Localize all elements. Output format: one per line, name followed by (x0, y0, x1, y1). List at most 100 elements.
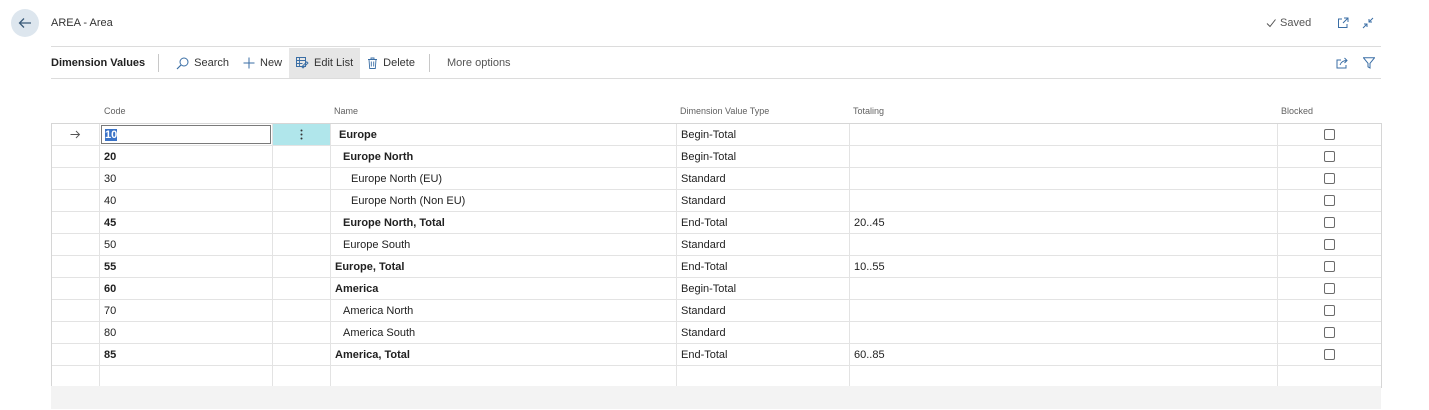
name-cell[interactable]: America, Total (331, 344, 677, 365)
filter-icon[interactable] (1363, 57, 1375, 69)
blocked-checkbox[interactable] (1324, 349, 1335, 360)
back-button[interactable] (11, 9, 39, 37)
column-header-totaling[interactable]: Totaling (853, 106, 884, 116)
type-cell[interactable]: Begin-Total (677, 278, 850, 299)
blocked-checkbox[interactable] (1324, 305, 1335, 316)
totaling-cell[interactable] (850, 366, 1278, 387)
code-cell[interactable]: 45 (100, 212, 273, 233)
row-actions-cell[interactable] (273, 212, 331, 233)
totaling-cell[interactable] (850, 146, 1278, 167)
totaling-cell[interactable] (850, 322, 1278, 343)
column-header-blocked[interactable]: Blocked (1281, 106, 1313, 116)
code-cell[interactable]: 55 (100, 256, 273, 277)
new-button[interactable]: New (236, 48, 289, 78)
name-cell[interactable]: America South (331, 322, 677, 343)
row-actions-cell[interactable] (273, 234, 331, 255)
name-cell[interactable]: Europe North (EU) (331, 168, 677, 189)
type-cell[interactable]: Standard (677, 300, 850, 321)
code-cell[interactable]: 10 (100, 124, 273, 145)
totaling-cell[interactable] (850, 124, 1278, 145)
code-cell[interactable]: 60 (100, 278, 273, 299)
name-cell[interactable]: America North (331, 300, 677, 321)
table-row[interactable]: 10 Europe Begin-Total (52, 124, 1381, 146)
search-label: Search (194, 57, 230, 69)
blocked-checkbox[interactable] (1324, 327, 1335, 338)
name-cell[interactable] (331, 366, 677, 387)
row-actions-cell[interactable] (273, 344, 331, 365)
table-row[interactable]: 45 Europe North, Total End-Total 20..45 (52, 212, 1381, 234)
search-button[interactable]: Search (169, 48, 236, 78)
type-cell[interactable]: Standard (677, 234, 850, 255)
column-header-name[interactable]: Name (334, 106, 358, 116)
type-cell[interactable]: End-Total (677, 212, 850, 233)
type-cell[interactable]: Begin-Total (677, 146, 850, 167)
share-icon[interactable] (1336, 57, 1349, 69)
row-actions-cell[interactable] (273, 256, 331, 277)
row-actions-button[interactable] (273, 124, 331, 145)
row-actions-cell[interactable] (273, 168, 331, 189)
blocked-checkbox[interactable] (1324, 129, 1335, 140)
row-actions-cell[interactable] (273, 322, 331, 343)
code-cell[interactable]: 30 (100, 168, 273, 189)
type-cell[interactable]: Begin-Total (677, 124, 850, 145)
name-cell[interactable]: Europe (331, 124, 677, 145)
type-cell[interactable]: Standard (677, 168, 850, 189)
type-cell[interactable] (677, 366, 850, 387)
more-options-button[interactable]: More options (440, 48, 518, 78)
totaling-cell[interactable] (850, 190, 1278, 211)
row-actions-cell[interactable] (273, 190, 331, 211)
table-row[interactable]: 60 America Begin-Total (52, 278, 1381, 300)
name-cell[interactable]: Europe North, Total (331, 212, 677, 233)
name-cell[interactable]: Europe North (Non EU) (331, 190, 677, 211)
row-actions-cell[interactable] (273, 366, 331, 387)
code-cell[interactable]: 50 (100, 234, 273, 255)
row-actions-cell[interactable] (273, 278, 331, 299)
code-cell[interactable]: 40 (100, 190, 273, 211)
table-row[interactable]: 55 Europe, Total End-Total 10..55 (52, 256, 1381, 278)
code-input[interactable]: 10 (101, 125, 271, 144)
open-new-window-icon[interactable] (1337, 17, 1349, 29)
code-cell[interactable]: 80 (100, 322, 273, 343)
totaling-cell[interactable] (850, 300, 1278, 321)
blocked-checkbox[interactable] (1324, 283, 1335, 294)
type-cell[interactable]: End-Total (677, 344, 850, 365)
type-cell[interactable]: Standard (677, 190, 850, 211)
blocked-checkbox[interactable] (1324, 261, 1335, 272)
blocked-checkbox[interactable] (1324, 217, 1335, 228)
blocked-checkbox[interactable] (1324, 173, 1335, 184)
code-cell[interactable]: 85 (100, 344, 273, 365)
delete-button[interactable]: Delete (360, 48, 422, 78)
name-cell[interactable]: Europe South (331, 234, 677, 255)
type-cell[interactable]: End-Total (677, 256, 850, 277)
totaling-cell[interactable]: 60..85 (850, 344, 1278, 365)
code-cell[interactable]: 20 (100, 146, 273, 167)
table-row[interactable]: 30 Europe North (EU) Standard (52, 168, 1381, 190)
row-actions-cell[interactable] (273, 146, 331, 167)
column-header-type[interactable]: Dimension Value Type (680, 106, 769, 116)
table-row[interactable]: 85 America, Total End-Total 60..85 (52, 344, 1381, 366)
blocked-checkbox[interactable] (1324, 195, 1335, 206)
totaling-cell[interactable] (850, 234, 1278, 255)
table-row[interactable]: 20 Europe North Begin-Total (52, 146, 1381, 168)
empty-row[interactable] (52, 366, 1381, 387)
name-cell[interactable]: America (331, 278, 677, 299)
table-row[interactable]: 80 America South Standard (52, 322, 1381, 344)
table-row[interactable]: 40 Europe North (Non EU) Standard (52, 190, 1381, 212)
row-actions-cell[interactable] (273, 300, 331, 321)
name-cell[interactable]: Europe, Total (331, 256, 677, 277)
totaling-cell[interactable]: 20..45 (850, 212, 1278, 233)
name-cell[interactable]: Europe North (331, 146, 677, 167)
totaling-cell[interactable] (850, 278, 1278, 299)
blocked-checkbox[interactable] (1324, 151, 1335, 162)
collapse-icon[interactable] (1362, 17, 1374, 29)
code-cell[interactable] (100, 366, 273, 387)
table-row[interactable]: 50 Europe South Standard (52, 234, 1381, 256)
table-row[interactable]: 70 America North Standard (52, 300, 1381, 322)
totaling-cell[interactable] (850, 168, 1278, 189)
totaling-cell[interactable]: 10..55 (850, 256, 1278, 277)
type-cell[interactable]: Standard (677, 322, 850, 343)
blocked-checkbox[interactable] (1324, 239, 1335, 250)
code-cell[interactable]: 70 (100, 300, 273, 321)
column-header-code[interactable]: Code (104, 106, 126, 116)
edit-list-button[interactable]: Edit List (289, 48, 361, 78)
